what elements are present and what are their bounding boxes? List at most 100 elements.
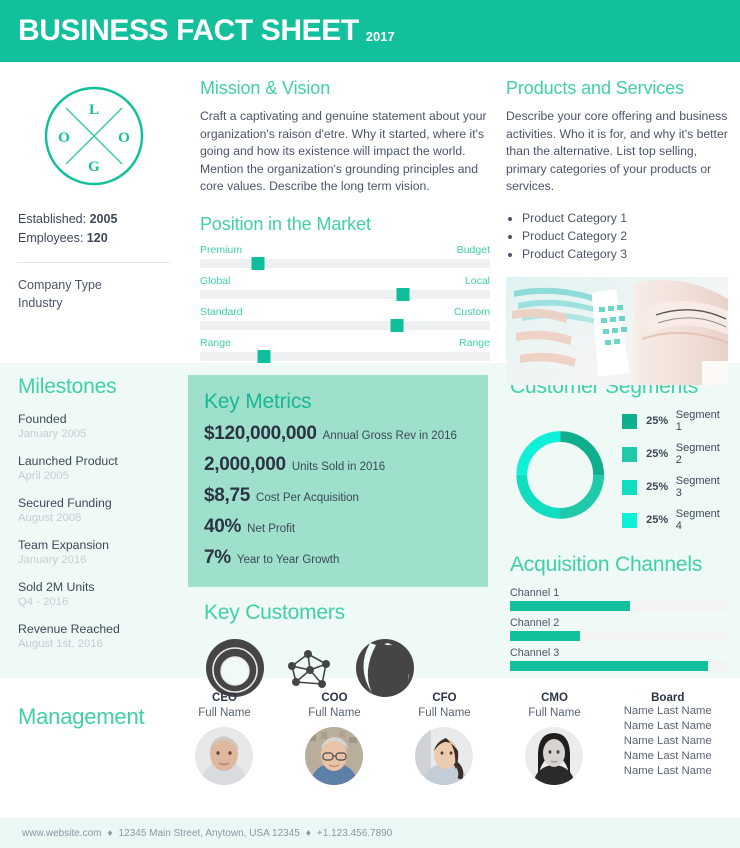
bar-fill	[510, 661, 709, 671]
donut-chart	[516, 431, 605, 519]
slider-track[interactable]	[200, 256, 490, 270]
employees-row: Employees: 120	[18, 229, 170, 248]
bar-label: Channel 2	[510, 617, 560, 629]
avatar	[525, 727, 584, 785]
legend-item: 25% Segment 3	[622, 475, 728, 499]
board-list: Board Name Last Name Name Last Name Name…	[609, 692, 726, 779]
metric-row: 7% Year to Year Growth	[204, 547, 472, 569]
management-people: CEO Full Name COO Full Name CFO Full Nam…	[169, 692, 609, 785]
page-header: BUSINESS FACT SHEET 2017	[0, 0, 740, 62]
milestone-title: Team Expansion	[18, 538, 109, 552]
slider-track[interactable]	[200, 349, 490, 363]
page-footer: www.website.com ♦ 12345 Main Street, Any…	[0, 818, 740, 848]
list-item: Revenue Reached August 1st, 2016	[18, 621, 170, 652]
milestone-title: Founded	[18, 412, 67, 426]
bar-track	[510, 631, 728, 641]
position-heading: Position in the Market	[200, 213, 371, 234]
portrait-cmo-icon	[525, 727, 584, 785]
footer-separator-icon: ♦	[305, 827, 311, 839]
milestones-heading: Milestones	[18, 375, 117, 398]
board-member: Name Last Name	[623, 750, 712, 762]
legend-swatch	[622, 413, 638, 429]
slider-handle[interactable]	[390, 318, 404, 332]
milestone-date: August 2008	[18, 512, 82, 524]
bar-fill	[510, 601, 630, 611]
mission-body: Craft a captivating and genuine statemen…	[200, 109, 487, 193]
milestones-column: Milestones Founded January 2005 Launched…	[0, 375, 188, 678]
slider-row[interactable]: Premium Budget	[200, 243, 490, 270]
footer-address: 12345 Main Street, Anytown, USA 12345	[118, 827, 300, 839]
key-metrics-panel: Key Metrics $120,000,000 Annual Gross Re…	[188, 375, 488, 587]
products-column: Products and Services Describe your core…	[500, 78, 740, 385]
slider-left-label: Global	[200, 274, 231, 287]
board-member: Name Last Name	[623, 735, 712, 747]
acquisition-channels-heading: Acquisition Channels	[510, 553, 703, 576]
slider-right-label: Budget	[456, 243, 490, 256]
milestone-date: January 2016	[18, 554, 87, 566]
customer-segments-chart: 25% Segment 1 25% Segment 2 25% Segment …	[510, 409, 728, 541]
slider-handle[interactable]	[257, 349, 271, 363]
management-heading: Management	[18, 704, 145, 729]
slider-row[interactable]: Range Range	[200, 337, 490, 363]
milestone-date: January 2005	[18, 428, 87, 440]
slider-track[interactable]	[200, 318, 490, 332]
metrics-column: Key Metrics $120,000,000 Annual Gross Re…	[188, 375, 500, 697]
legend-label: Segment 2	[675, 442, 720, 466]
portrait-cfo-icon	[415, 727, 474, 785]
person-name: Full Name	[198, 707, 251, 719]
slider-row[interactable]: Global Local	[200, 274, 490, 301]
slider-track[interactable]	[200, 287, 490, 301]
slider-row[interactable]: Standard Custom	[200, 306, 490, 332]
metric-value: 40%	[204, 516, 242, 537]
metric-value: $120,000,000	[204, 423, 317, 444]
metric-label: Units Sold in 2016	[291, 461, 386, 473]
svg-text:L: L	[89, 102, 99, 118]
metric-value: 7%	[204, 547, 231, 568]
metric-label: Net Profit	[247, 523, 296, 535]
list-item: Product Category 2	[522, 227, 728, 245]
metric-row: $8,75 Cost Per Acquisition	[204, 485, 472, 507]
metric-row: 2,000,000 Units Sold in 2016	[204, 454, 472, 476]
key-customers-section: Key Customers	[188, 587, 500, 699]
established-label: Established:	[18, 212, 87, 226]
sphere-logo-icon	[356, 639, 414, 697]
products-heading: Products and Services	[506, 78, 684, 98]
footer-website[interactable]: www.website.com	[22, 828, 101, 839]
charts-column: Customer Segments 25% Segment 1 25% Segm…	[500, 375, 740, 678]
legend-label: Segment 4	[675, 508, 720, 532]
legend-swatch	[622, 512, 638, 528]
metric-label: Cost Per Acquisition	[256, 492, 359, 504]
bar-row: Channel 2	[510, 617, 728, 641]
legend-value: 25%	[646, 448, 669, 460]
slider-handle[interactable]	[251, 256, 265, 270]
avatar	[305, 727, 364, 785]
legend-value: 25%	[646, 514, 669, 526]
person-card: CMO Full Name	[499, 692, 609, 785]
management-section: Management CEO Full Name COO Full Name C…	[0, 678, 740, 818]
logo-wrap: L O O G	[18, 84, 170, 188]
metric-label: Year to Year Growth	[236, 554, 340, 566]
metric-label: Annual Gross Rev in 2016	[322, 430, 457, 442]
info-divider	[18, 262, 170, 263]
network-logo-icon	[288, 650, 330, 688]
person-role: CMO	[541, 692, 568, 704]
person-name: Full Name	[308, 707, 361, 719]
bar-row: Channel 3	[510, 647, 728, 671]
svg-text:G: G	[88, 159, 100, 175]
milestone-date: August 1st, 2016	[18, 638, 103, 650]
company-facts: Established: 2005 Employees: 120	[18, 210, 170, 248]
management-title-wrap: Management	[14, 692, 169, 730]
page-year: 2017	[365, 28, 395, 44]
products-body: Describe your core offering and business…	[506, 109, 728, 193]
legend-swatch	[622, 479, 638, 495]
top-section: L O O G Established: 2005 Employees: 120	[0, 62, 740, 385]
ring-logo-icon	[206, 639, 264, 697]
slider-handle[interactable]	[396, 287, 410, 301]
legend-item: 25% Segment 2	[622, 442, 728, 466]
portrait-coo-icon	[305, 727, 364, 785]
metric-row: 40% Net Profit	[204, 516, 472, 538]
company-type-block: Company Type Industry	[18, 276, 170, 312]
legend-swatch	[622, 446, 638, 462]
mission-heading: Mission & Vision	[200, 78, 331, 98]
company-industry: Industry	[18, 296, 63, 310]
